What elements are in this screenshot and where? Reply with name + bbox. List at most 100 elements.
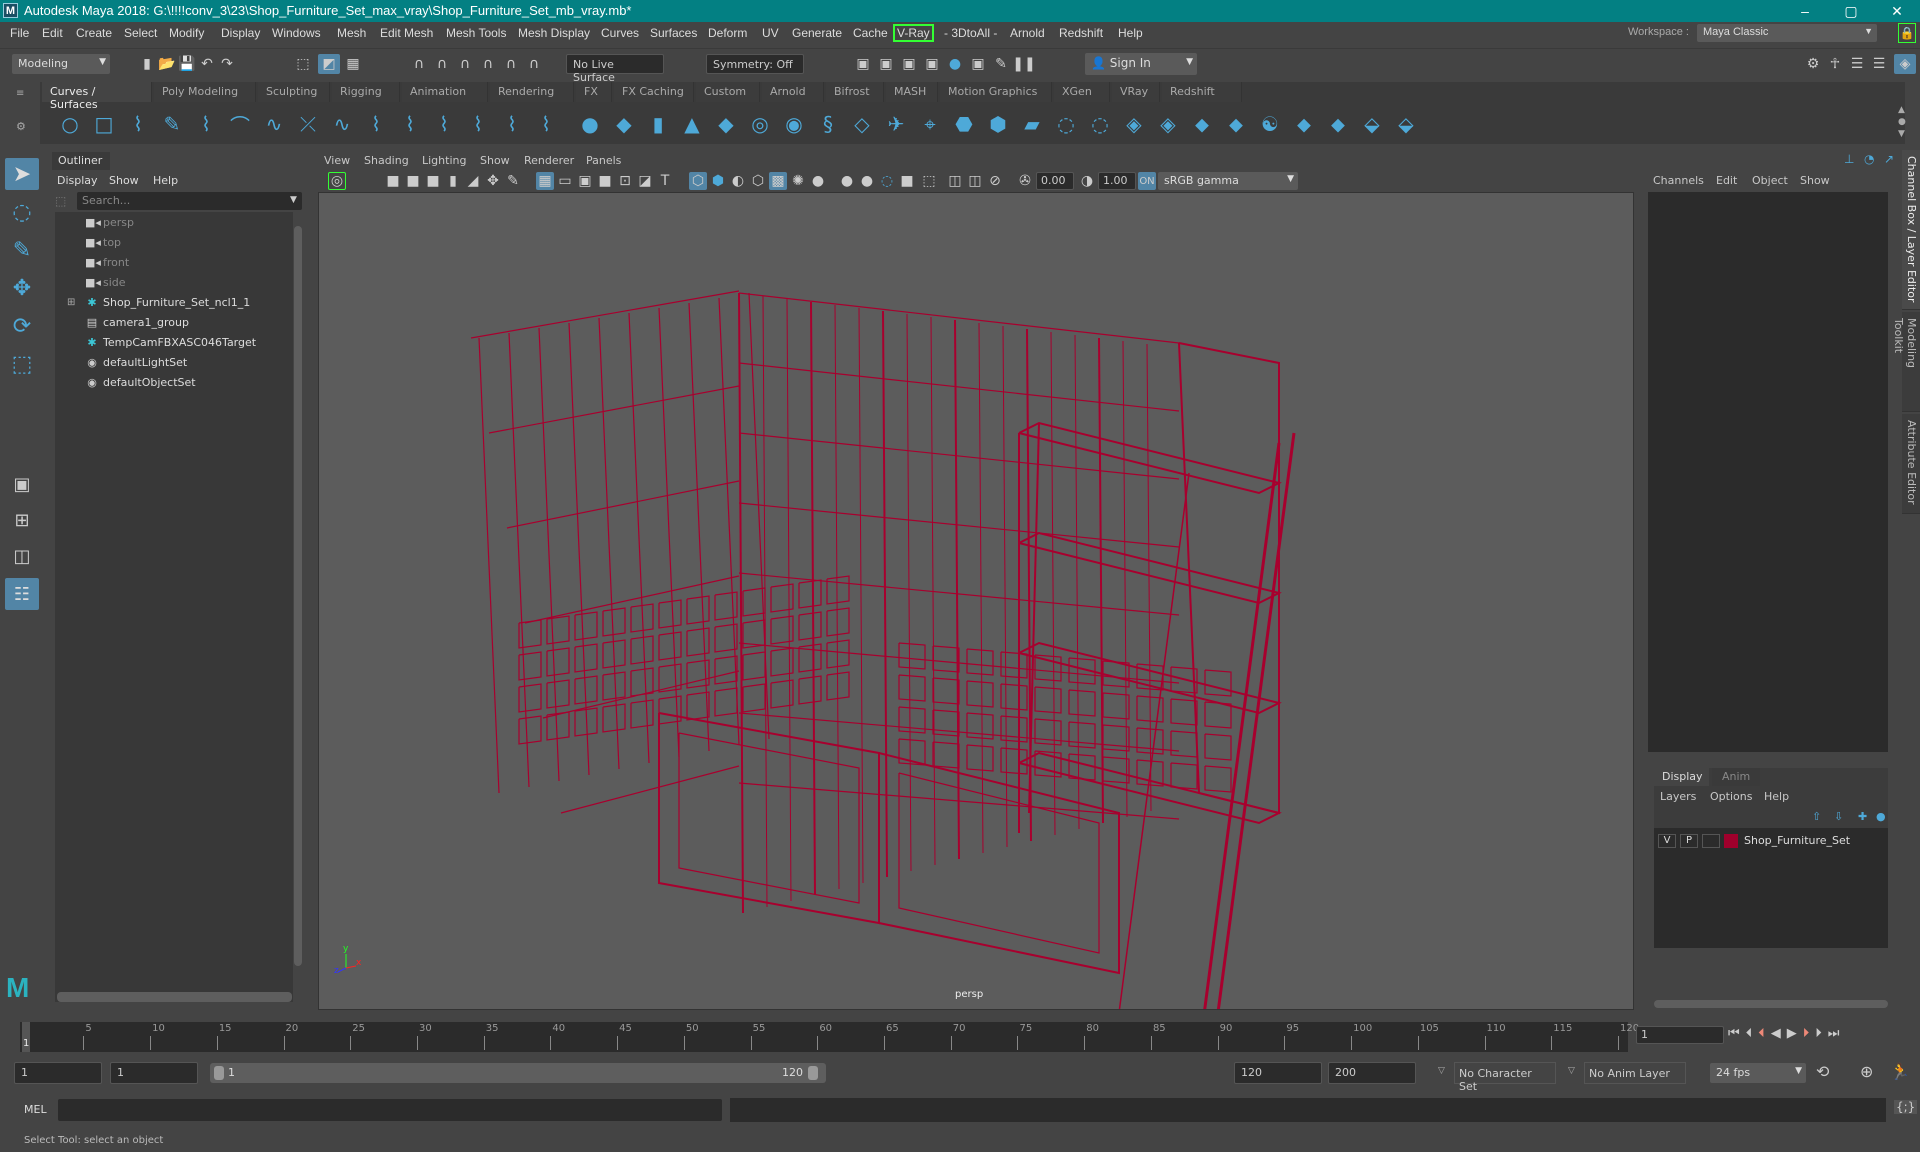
film-gate-icon[interactable]: ▭ [556, 172, 574, 190]
snap-live-icon[interactable]: ∩ [525, 55, 543, 73]
start-time-field[interactable]: 1 [14, 1062, 102, 1084]
playback-start-field[interactable]: 1 [110, 1062, 198, 1084]
viewport-menu-lighting[interactable]: Lighting [422, 154, 466, 167]
loft-icon[interactable]: § [816, 112, 840, 136]
workspace-dropdown[interactable]: Maya Classic ▼ [1697, 24, 1877, 42]
tab-modeling-toolkit[interactable]: Modeling Toolkit [1892, 312, 1920, 412]
outliner-item[interactable]: ■◂ side [55, 272, 293, 292]
shelf-tab-motion-graphics[interactable]: Motion Graphics [940, 82, 1052, 102]
motion-blur-icon[interactable]: ● [858, 172, 876, 190]
filter-icon[interactable]: ⬚ [55, 194, 66, 208]
save-scene-icon[interactable]: 💾 [178, 55, 196, 73]
render-setup-icon[interactable]: ▣ [969, 55, 987, 73]
gamma-icon[interactable]: ◑ [1078, 172, 1096, 190]
menu-uv[interactable]: UV [762, 26, 779, 40]
boundary-icon[interactable]: ⬣ [952, 112, 976, 136]
viewport-3d[interactable]: y x z persp [318, 192, 1634, 1010]
menu-redshift[interactable]: Redshift [1059, 26, 1103, 40]
animation-prefs-icon[interactable]: 🏃 [1890, 1062, 1910, 1081]
lock-icon[interactable]: 🔒 [1898, 23, 1916, 43]
color-space-dropdown[interactable]: sRGB gamma ▼ [1158, 172, 1298, 190]
curve-detach-icon[interactable]: ⌇ [398, 112, 422, 136]
vray-toggle-icon[interactable]: ◎ [328, 172, 346, 190]
cv-curve-icon[interactable]: ⌇ [194, 112, 218, 136]
menu-help[interactable]: Help [1118, 26, 1143, 40]
shelf-tab-arnold[interactable]: Arnold [762, 82, 824, 102]
birail-icon[interactable]: ⌖ [918, 112, 942, 136]
pencil-curve-icon[interactable]: ✎ [160, 112, 184, 136]
rotate-tool-icon[interactable]: ⟳ [5, 310, 39, 342]
gate-mask-icon[interactable]: ■ [596, 172, 614, 190]
layers-menu[interactable]: Layers [1660, 790, 1696, 803]
lasso-tool-icon[interactable]: ◌ [5, 196, 39, 228]
tab-channel-box[interactable]: Channel Box / Layer Editor [1902, 150, 1920, 310]
xray-joints-icon[interactable]: ◫ [946, 172, 964, 190]
light-editor-icon[interactable]: ✎ [992, 55, 1010, 73]
layer-tab-anim[interactable]: Anim [1712, 768, 1760, 786]
new-scene-icon[interactable]: ▮ [138, 55, 156, 73]
curve-ik-icon[interactable]: ⤫ [296, 112, 320, 136]
intersect-icon[interactable]: ◈ [1156, 112, 1180, 136]
color-management-toggle-icon[interactable]: ON [1138, 172, 1156, 190]
outliner-menu-display[interactable]: Display [57, 174, 98, 187]
menu-deform[interactable]: Deform [708, 26, 747, 40]
rebuild-surface-icon[interactable]: ⬙ [1394, 112, 1418, 136]
loop-icon[interactable]: ⟲ [1816, 1062, 1829, 1081]
planar-icon[interactable]: ◇ [850, 112, 874, 136]
shadows-icon[interactable]: ● [809, 172, 827, 190]
fillet-icon[interactable]: ⬥ [1292, 112, 1316, 136]
trim-tool-icon[interactable]: ◌ [1054, 112, 1078, 136]
viewport-menu-show[interactable]: Show [480, 154, 510, 167]
edit-menu[interactable]: Edit [1716, 174, 1737, 187]
auto-key-icon[interactable]: ⊕ [1860, 1062, 1873, 1081]
step-back-key-icon[interactable]: ⏴ [1758, 1026, 1771, 1041]
nurbs-plane-icon[interactable]: ◆ [714, 112, 738, 136]
ipr-render-icon[interactable]: ▣ [900, 55, 918, 73]
select-hierarchy-icon[interactable]: ⬚ [294, 55, 312, 73]
shelf-tab-custom[interactable]: Custom [696, 82, 760, 102]
exposure-icon[interactable]: ✇ [1016, 172, 1034, 190]
layer-playback-toggle[interactable]: P [1680, 834, 1698, 848]
new-layer-icon[interactable]: ✚ [1858, 810, 1867, 823]
menu-edit[interactable]: Edit [42, 26, 63, 40]
script-editor-icon[interactable]: {;} [1894, 1100, 1918, 1114]
select-tool-icon[interactable]: ➤ [5, 158, 39, 190]
outliner-item[interactable]: ■◂ top [55, 232, 293, 252]
viewport-menu-shading[interactable]: Shading [364, 154, 409, 167]
tab-attribute-editor[interactable]: Attribute Editor [1902, 414, 1920, 514]
snap-point-icon[interactable]: ∩ [456, 55, 474, 73]
outliner-menu-help[interactable]: Help [153, 174, 178, 187]
outliner-search-input[interactable]: Search... [77, 192, 302, 210]
transform-gizmo-icon[interactable]: ⊥ [1844, 152, 1854, 166]
insert-knot-icon[interactable]: ⌇ [432, 112, 456, 136]
anim-layer-field[interactable]: No Anim Layer [1584, 1062, 1686, 1084]
bookmark-icon[interactable]: ▮ [444, 172, 462, 190]
options-menu[interactable]: Options [1710, 790, 1752, 803]
single-view-layout-icon[interactable]: ▣ [5, 468, 39, 500]
arc-curve-icon[interactable]: ⌒ [228, 112, 252, 138]
scale-tool-icon[interactable]: ⬚ [5, 348, 39, 380]
two-view-layout-icon[interactable]: ◫ [5, 540, 39, 572]
snap-surface-icon[interactable]: ∩ [502, 55, 520, 73]
play-forwards-icon[interactable]: ▶ [1787, 1026, 1803, 1041]
curve-fillet-icon[interactable]: ∿ [330, 112, 354, 136]
open-scene-icon[interactable]: 📂 [158, 55, 176, 73]
nurbs-cylinder-icon[interactable]: ▮ [646, 112, 670, 136]
wireframe-on-shaded-icon[interactable]: ⬡ [749, 172, 767, 190]
range-slider[interactable]: 1 120 [210, 1063, 826, 1083]
use-all-lights-icon[interactable]: ✺ [789, 172, 807, 190]
attribute-editor-icon[interactable]: ☰ [1848, 55, 1866, 73]
shelf-settings-icon[interactable]: ⚙ [16, 120, 26, 133]
smooth-shade-icon[interactable]: ⬢ [709, 172, 727, 190]
ep-curve-icon[interactable]: ⌇ [126, 112, 150, 136]
menu-display[interactable]: Display [221, 26, 260, 40]
range-start-handle[interactable] [214, 1066, 224, 1080]
play-backwards-icon[interactable]: ◀ [1771, 1026, 1787, 1041]
snap-grid-icon[interactable]: ∩ [410, 55, 428, 73]
detach-surface-icon[interactable]: ⬥ [1224, 112, 1248, 136]
outliner-item[interactable]: ■◂ front [55, 252, 293, 272]
fps-dropdown[interactable]: 24 fps ▼ [1710, 1063, 1806, 1083]
anti-aliasing-icon[interactable]: ◌ [878, 172, 896, 190]
hypershade-icon[interactable]: ● [946, 55, 964, 73]
field-chart-icon[interactable]: ⊡ [616, 172, 634, 190]
